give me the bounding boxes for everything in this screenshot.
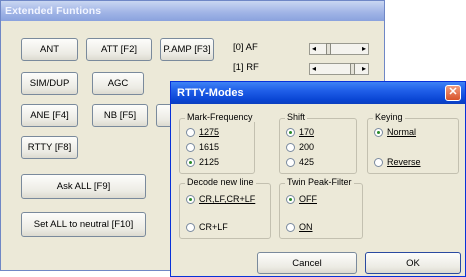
rf-label: [1] RF — [233, 62, 259, 73]
radio-icon — [286, 222, 295, 232]
radio-icon — [186, 222, 195, 232]
rf-slider-thumb[interactable] — [350, 63, 355, 75]
twin-peak-filter-title: Twin Peak-Filter — [285, 177, 354, 187]
att-button[interactable]: ATT [F2] — [86, 38, 152, 61]
set-all-neutral-button[interactable]: Set ALL to neutral [F10] — [21, 212, 146, 237]
radio-selected-icon — [374, 127, 383, 137]
decode-crlf-radio[interactable]: CR+LF — [186, 222, 228, 232]
nb-button[interactable]: NB [F5] — [92, 104, 148, 127]
radio-icon — [374, 157, 383, 167]
decode-crlf-combo-radio[interactable]: CR,LF,CR+LF — [186, 194, 255, 204]
slider-left-arrow-icon[interactable]: ◂ — [312, 45, 316, 53]
twin-peak-filter-group: Twin Peak-Filter OFF ON — [279, 177, 363, 239]
dialog-title-bar[interactable]: RTTY-Modes ✕ — [171, 82, 465, 104]
shift-title: Shift — [285, 112, 308, 122]
twinpeak-on-radio[interactable]: ON — [286, 222, 313, 232]
rf-slider[interactable]: ◂ ▸ — [309, 63, 369, 75]
decode-new-line-group: Decode new line CR,LF,CR+LF CR+LF — [179, 177, 271, 239]
radio-icon — [286, 142, 295, 152]
radio-icon — [286, 157, 295, 167]
radio-icon — [186, 127, 195, 137]
shift-170-radio[interactable]: 170 — [286, 127, 314, 137]
slider-right-arrow-icon[interactable]: ▸ — [362, 45, 366, 53]
radio-selected-icon — [186, 157, 195, 167]
keying-group: Keying Normal Reverse — [367, 112, 459, 174]
rtty-button[interactable]: RTTY [F8] — [21, 136, 78, 159]
radio-icon — [186, 142, 195, 152]
mark-frequency-title: Mark-Frequency — [185, 112, 255, 122]
af-slider[interactable]: ◂ ▸ — [309, 43, 369, 55]
window-title: Extended Funtions — [5, 5, 102, 17]
ask-all-button[interactable]: Ask ALL [F9] — [21, 174, 146, 199]
af-label: [0] AF — [233, 42, 258, 53]
radio-selected-icon — [286, 127, 295, 137]
radio-selected-icon — [286, 194, 295, 204]
decode-new-line-title: Decode new line — [185, 177, 256, 187]
close-icon[interactable]: ✕ — [445, 85, 461, 101]
slider-right-arrow-icon[interactable]: ▸ — [362, 65, 366, 73]
mark-2125-radio[interactable]: 2125 — [186, 157, 219, 167]
dialog-title: RTTY-Modes — [177, 87, 244, 99]
window-title-bar[interactable]: Extended Funtions — [1, 1, 384, 21]
slider-left-arrow-icon[interactable]: ◂ — [312, 65, 316, 73]
keying-reverse-radio[interactable]: Reverse — [374, 157, 421, 167]
cancel-button[interactable]: Cancel — [257, 252, 357, 274]
shift-200-radio[interactable]: 200 — [286, 142, 314, 152]
agc-button[interactable]: AGC — [92, 72, 144, 95]
ane-button[interactable]: ANE [F4] — [21, 104, 78, 127]
shift-425-radio[interactable]: 425 — [286, 157, 314, 167]
mark-1275-radio[interactable]: 1275 — [186, 127, 219, 137]
pamp-button[interactable]: P.AMP [F3] — [160, 38, 214, 61]
sim-dup-button[interactable]: SIM/DUP — [21, 72, 78, 95]
keying-title: Keying — [373, 112, 405, 122]
twinpeak-off-radio[interactable]: OFF — [286, 194, 317, 204]
mark-frequency-group: Mark-Frequency 1275 1615 2125 — [179, 112, 255, 174]
ok-button[interactable]: OK — [365, 252, 461, 274]
radio-selected-icon — [186, 194, 195, 204]
ant-button[interactable]: ANT — [21, 38, 78, 61]
shift-group: Shift 170 200 425 — [279, 112, 357, 174]
af-slider-thumb[interactable] — [326, 43, 331, 55]
keying-normal-radio[interactable]: Normal — [374, 127, 416, 137]
rtty-modes-dialog: RTTY-Modes ✕ Mark-Frequency 1275 1615 21… — [170, 81, 466, 277]
mark-1615-radio[interactable]: 1615 — [186, 142, 219, 152]
